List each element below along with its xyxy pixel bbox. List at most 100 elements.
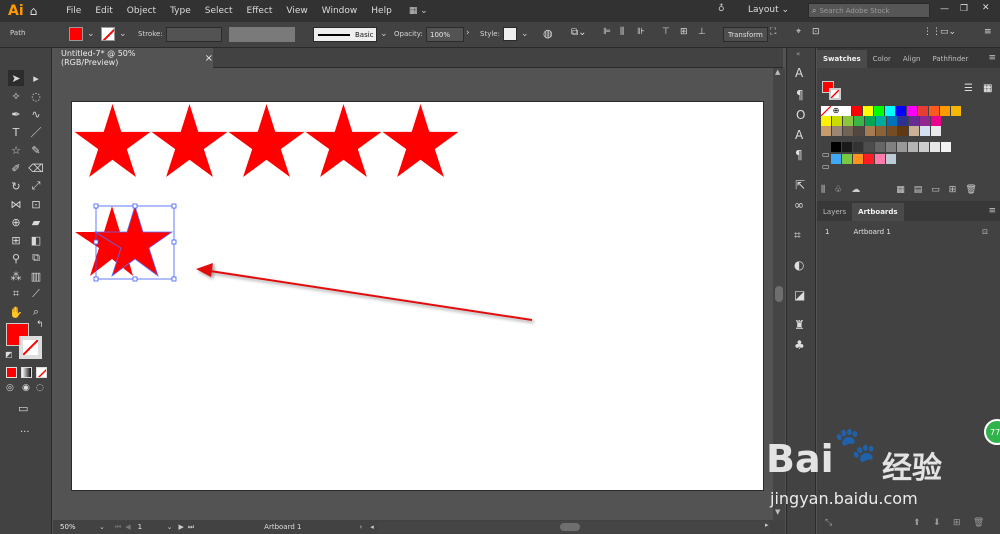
swatch[interactable] [929, 106, 939, 116]
free-transform-tool-icon[interactable]: ⊡ [28, 196, 44, 212]
swatch[interactable] [909, 126, 919, 136]
variable-width-profile[interactable] [229, 27, 295, 42]
swatch[interactable] [931, 116, 941, 126]
swatch[interactable] [920, 116, 930, 126]
grid-view-icon[interactable]: ▦ [983, 83, 992, 94]
swatch[interactable] [832, 126, 842, 136]
swatches-stroke-indicator[interactable] [829, 88, 841, 100]
swatch[interactable] [863, 106, 873, 116]
new-color-group-icon[interactable]: ▭ [931, 185, 940, 199]
tab-layers[interactable]: Layers [817, 203, 852, 221]
menu-edit[interactable]: Edit [88, 6, 119, 16]
panel-menu-icon[interactable]: ▭⌄ [940, 27, 956, 37]
last-artboard-icon[interactable]: ⏭ [188, 523, 194, 532]
draw-normal-icon[interactable]: ◎ [6, 383, 14, 393]
swatch[interactable] [886, 154, 896, 164]
paragraph-panel-icon[interactable]: ¶ [796, 88, 804, 102]
swatch[interactable] [821, 116, 831, 126]
shape-builder-tool-icon[interactable]: ⊕ [8, 214, 24, 230]
first-artboard-icon[interactable]: ⏮ [115, 523, 121, 532]
delete-swatch-icon[interactable]: 🗑 [965, 185, 976, 199]
menu-help[interactable]: Help [364, 6, 399, 16]
swatch[interactable] [885, 106, 895, 116]
star-5[interactable] [382, 104, 459, 177]
swatch[interactable] [864, 142, 874, 152]
artboard-tool-icon[interactable]: ⌗ [8, 286, 24, 302]
lasso-tool-icon[interactable]: ◌ [28, 88, 44, 104]
links-panel-icon[interactable]: ∞ [794, 198, 804, 212]
none-mode-button[interactable] [36, 367, 47, 378]
perspective-grid-tool-icon[interactable]: ▰ [28, 214, 44, 230]
color-mode-button[interactable] [6, 367, 17, 378]
type-tool-icon[interactable]: T [8, 124, 24, 140]
fill-dropdown-icon[interactable]: ⌄ [87, 29, 95, 39]
align-to-icon[interactable]: ⧉⌄ [571, 27, 587, 38]
close-window-icon[interactable]: ✕ [982, 3, 990, 13]
stroke-swatch[interactable] [101, 27, 115, 41]
tab-artboards[interactable]: Artboards [852, 203, 904, 221]
eraser-tool-icon[interactable]: ⌫ [28, 160, 44, 176]
swatch[interactable] [951, 106, 961, 116]
swatch[interactable] [920, 126, 930, 136]
direct-selection-tool-icon[interactable]: ▸ [28, 70, 44, 86]
puppet-warp-icon[interactable]: ⌖ [796, 27, 801, 37]
swatch[interactable] [940, 106, 950, 116]
draw-inside-icon[interactable]: ◌ [36, 383, 44, 393]
fill-swatch[interactable] [69, 27, 83, 41]
hscroll-left-icon[interactable]: ◂ [370, 523, 374, 531]
swatch[interactable] [865, 116, 875, 126]
swatch[interactable] [854, 116, 864, 126]
hand-tool-icon[interactable]: ✋ [8, 304, 24, 320]
swap-fill-stroke-icon[interactable]: ↰ [36, 320, 44, 330]
opacity-field[interactable]: 100% [426, 27, 464, 42]
swatch[interactable] [886, 142, 896, 152]
workspace-switcher-icon[interactable]: ▦ ⌄ [409, 6, 428, 16]
mesh-tool-icon[interactable]: ⊞ [8, 232, 24, 248]
brush-dropdown-icon[interactable]: ⌄ [380, 29, 388, 39]
swatch[interactable] [874, 106, 884, 116]
swatch[interactable] [852, 106, 862, 116]
swatch[interactable] [842, 154, 852, 164]
scroll-thumb[interactable] [775, 286, 783, 302]
swatches-panel-menu-icon[interactable]: ≡ [988, 53, 996, 63]
rotate-tool-icon[interactable]: ↻ [8, 178, 24, 194]
scale-tool-icon[interactable]: ⤢ [28, 178, 44, 194]
graphic-style-swatch[interactable] [503, 27, 517, 41]
add-to-library-icon[interactable]: ♧ [834, 185, 842, 199]
swatch[interactable] [865, 126, 875, 136]
layout-dropdown[interactable]: Layout ⌄ [748, 5, 789, 15]
swatch[interactable] [887, 126, 897, 136]
character-styles-icon[interactable]: A [795, 128, 803, 142]
align-vcenter-icon[interactable]: ⊞ [680, 27, 688, 37]
menu-window[interactable]: Window [315, 6, 365, 16]
paintbrush-tool-icon[interactable]: ✎ [28, 142, 44, 158]
swatch[interactable] [887, 116, 897, 126]
swatch[interactable] [918, 106, 928, 116]
shaper-tool-icon[interactable]: ✐ [8, 160, 24, 176]
swatch[interactable] [908, 142, 918, 152]
swatch[interactable] [853, 142, 863, 152]
tab-swatches[interactable]: Swatches [817, 50, 867, 68]
zoom-dropdown-icon[interactable]: ⌄ [99, 523, 105, 531]
swatch[interactable] [897, 142, 907, 152]
graphic-styles-icon[interactable]: ◪ [794, 288, 805, 302]
star-4[interactable] [305, 104, 382, 177]
menu-view[interactable]: View [279, 6, 314, 16]
curvature-tool-icon[interactable]: ∿ [28, 106, 44, 122]
prev-artboard-icon[interactable]: ◀ [125, 523, 130, 531]
artboard-options-icon[interactable]: ⊡ [982, 228, 988, 236]
swatch-none[interactable] [821, 106, 831, 116]
artboard-number-field[interactable]: 1 [134, 521, 165, 533]
stock-search[interactable]: ⌕ Search Adobe Stock [808, 3, 930, 18]
swatch-registration[interactable]: ⊕ [831, 106, 841, 116]
menu-select[interactable]: Select [198, 6, 240, 16]
next-artboard-icon[interactable]: ▶ [178, 523, 183, 531]
draw-behind-icon[interactable]: ◉ [22, 383, 30, 393]
swatch[interactable] [875, 154, 885, 164]
color-group-icon[interactable]: ▭ [822, 150, 830, 159]
rearrange-artboards-icon[interactable]: ⤡ [825, 518, 832, 528]
artboard-row[interactable]: 1 Artboard 1 ⊡ [817, 224, 1000, 240]
swatch[interactable] [864, 154, 874, 164]
horizontal-scrollbar[interactable] [378, 521, 770, 533]
default-fill-stroke-icon[interactable]: ◩ [5, 350, 13, 359]
